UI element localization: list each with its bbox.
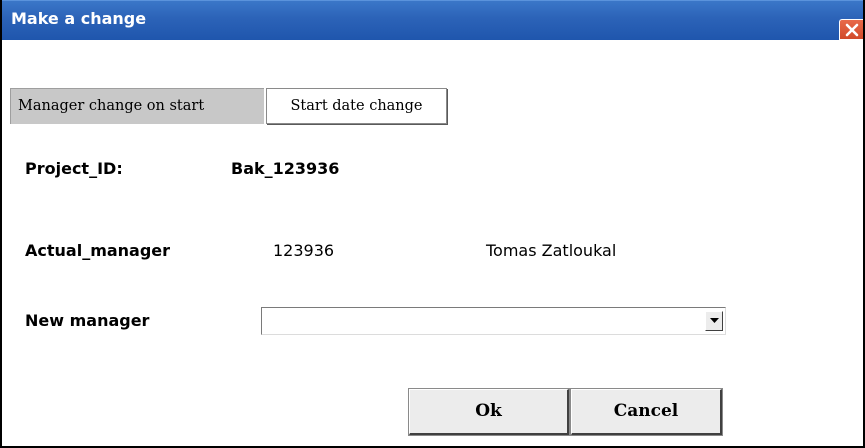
window-title: Make a change <box>11 9 147 28</box>
actual-manager-label: Actual_manager <box>25 241 171 260</box>
ok-button[interactable]: Ok <box>408 388 570 436</box>
actual-manager-id: 123936 <box>273 241 335 260</box>
close-icon <box>845 23 859 37</box>
tab-manager-change-on-start[interactable]: Manager change on start <box>10 88 264 124</box>
title-bar[interactable]: Make a change <box>2 0 863 40</box>
chevron-down-icon <box>710 318 719 323</box>
new-manager-label: New manager <box>25 311 150 330</box>
actual-manager-name: Tomas Zatloukal <box>486 241 617 260</box>
project-id-label: Project_ID: <box>25 159 123 178</box>
dropdown-button[interactable] <box>705 311 723 331</box>
tab-start-date-change[interactable]: Start date change <box>266 88 447 124</box>
make-a-change-dialog: Make a change Manager change on start St… <box>0 0 865 448</box>
cancel-button[interactable]: Cancel <box>570 388 723 436</box>
new-manager-select[interactable] <box>261 307 726 335</box>
close-button[interactable] <box>839 19 863 40</box>
project-id-value: Bak_123936 <box>231 159 340 178</box>
